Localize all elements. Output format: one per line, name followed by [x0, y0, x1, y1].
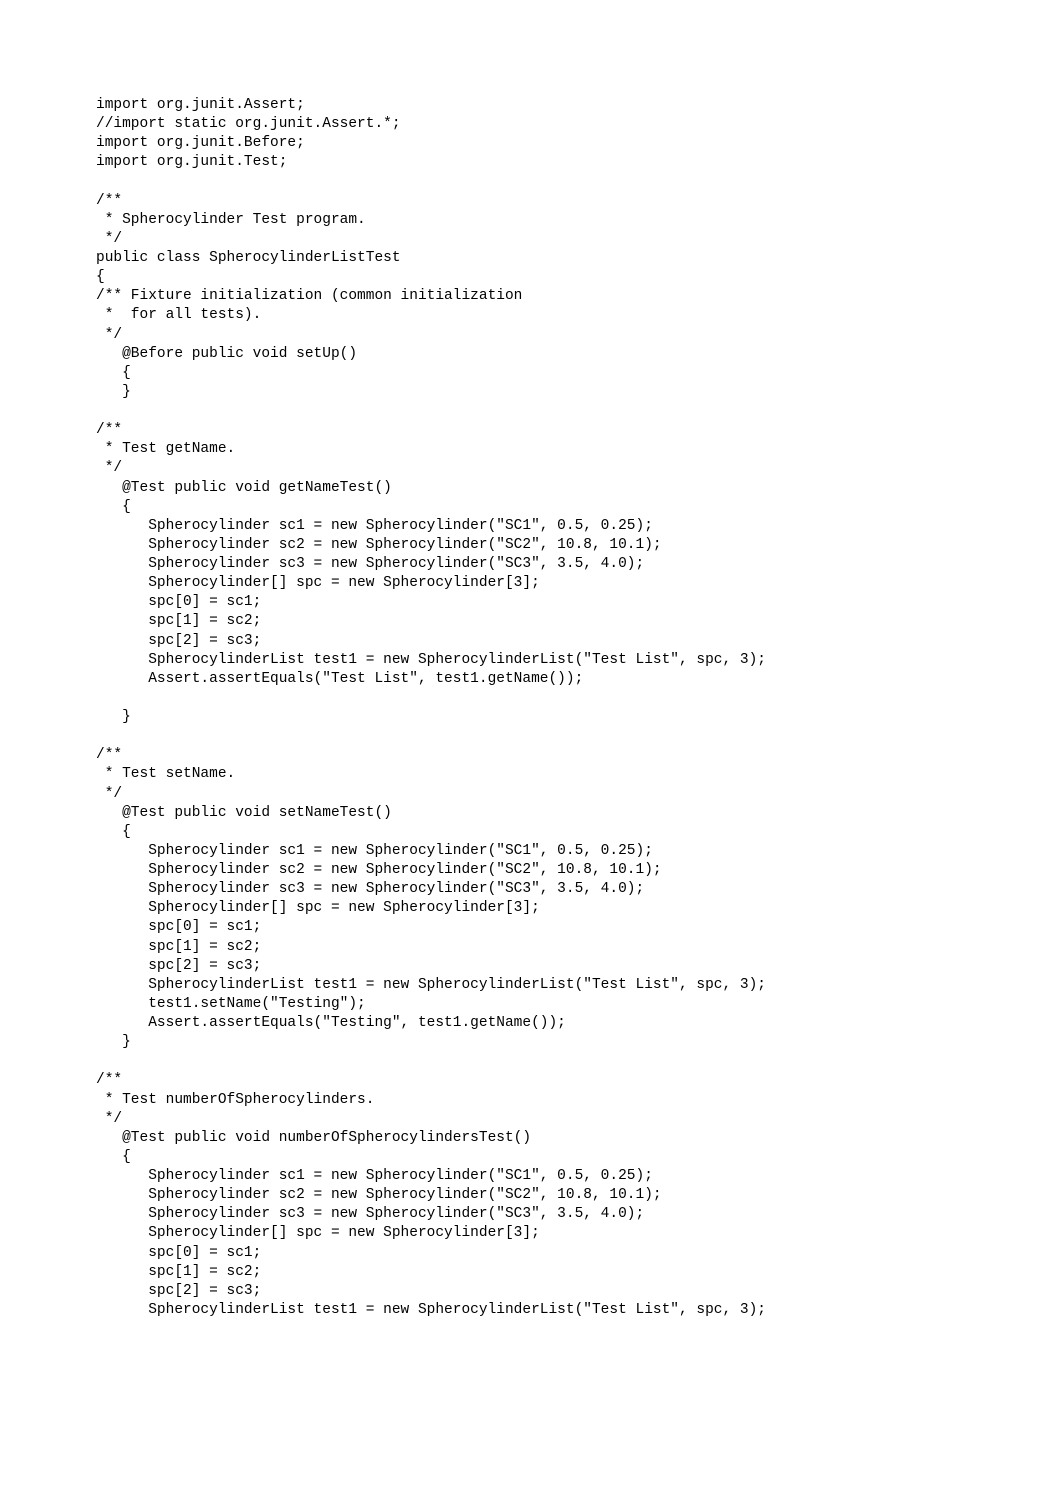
code-text: import org.junit.Assert; //import static… [96, 97, 766, 1318]
code-block: import org.junit.Assert; //import static… [0, 0, 1062, 1320]
